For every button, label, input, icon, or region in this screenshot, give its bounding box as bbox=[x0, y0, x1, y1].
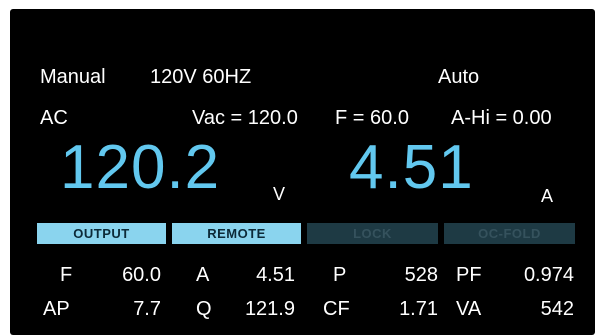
indicator-output: OUTPUT bbox=[37, 223, 166, 244]
coupling-label: AC bbox=[40, 107, 68, 129]
indicator-remote-label: REMOTE bbox=[207, 226, 266, 241]
indicator-oc-fold-label: OC-FOLD bbox=[478, 226, 541, 241]
meas-q-value: 121.9 bbox=[244, 298, 295, 320]
meas-q-label: Q bbox=[196, 298, 212, 320]
meas-ap-value: 7.7 bbox=[133, 298, 161, 320]
mode-label: Manual bbox=[40, 66, 106, 88]
control-label: Auto bbox=[438, 66, 480, 88]
indicator-lock-label: LOCK bbox=[353, 226, 392, 241]
a-hi-setpoint: A-Hi = 0.00 bbox=[451, 107, 552, 129]
meas-va-label: VA bbox=[456, 298, 482, 320]
meas-ap-label: AP bbox=[43, 298, 70, 320]
meas-a-label: A bbox=[196, 264, 210, 286]
meas-f-value: 60.0 bbox=[122, 264, 161, 286]
meas-p-value: 528 bbox=[404, 264, 438, 286]
meas-pf-value: 0.974 bbox=[523, 264, 574, 286]
voltage-unit: V bbox=[273, 184, 286, 204]
indicator-lock: LOCK bbox=[307, 223, 438, 244]
indicator-oc-fold: OC-FOLD bbox=[444, 223, 575, 244]
range-label: 120V 60HZ bbox=[150, 66, 252, 88]
voltage-readout: 120.2 bbox=[60, 133, 221, 202]
current-unit: A bbox=[541, 186, 554, 206]
meas-va-value: 542 bbox=[540, 298, 574, 320]
meas-cf-value: 1.71 bbox=[399, 298, 438, 320]
meas-p-label: P bbox=[333, 264, 347, 286]
indicator-remote: REMOTE bbox=[172, 223, 301, 244]
meas-f-label: F bbox=[60, 264, 73, 286]
meas-a-value: 4.51 bbox=[256, 264, 295, 286]
indicator-output-label: OUTPUT bbox=[73, 226, 130, 241]
meas-cf-label: CF bbox=[323, 298, 350, 320]
instrument-display: Manual 120V 60HZ Auto AC Vac = 120.0 F =… bbox=[10, 9, 595, 335]
meas-pf-label: PF bbox=[456, 264, 482, 286]
vac-setpoint: Vac = 120.0 bbox=[192, 107, 298, 129]
freq-setpoint: F = 60.0 bbox=[335, 107, 409, 129]
current-readout: 4.51 bbox=[349, 133, 474, 202]
